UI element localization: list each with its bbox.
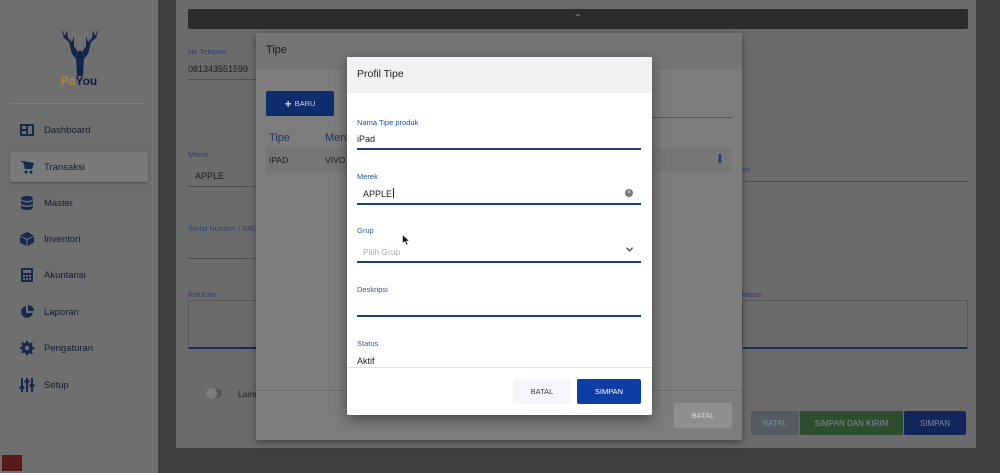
kelengkapan-textarea[interactable]	[742, 300, 968, 349]
form-simpan-button[interactable]: SIMPAN	[904, 411, 966, 435]
calculator-icon	[18, 266, 36, 284]
phone-underline	[188, 79, 258, 80]
text-caret	[393, 188, 395, 198]
grup-label: Grup	[357, 226, 374, 235]
sidebar-item-transaksi[interactable]: Transaksi	[10, 152, 148, 182]
gear-icon	[18, 339, 36, 357]
nama-tipe-label: Nama Tipe produk	[357, 118, 419, 127]
merek-input[interactable]: APPLE	[363, 188, 395, 199]
column-header-tipe: Tipe	[269, 132, 290, 144]
simpan-button[interactable]: SIMPAN	[577, 379, 641, 404]
add-tipe-button[interactable]: + BARU	[266, 91, 334, 116]
tipe-search-underline	[646, 117, 732, 118]
sidebar-item-setup[interactable]: Setup	[10, 370, 148, 400]
keluhan-textarea[interactable]	[188, 300, 258, 349]
phone-label: No Telepon	[188, 47, 226, 56]
clear-icon[interactable]: ×	[625, 189, 633, 197]
right-field-underline	[742, 181, 968, 182]
tipe-batal-button[interactable]: BATAL	[674, 403, 732, 428]
pie-chart-icon	[18, 303, 36, 321]
keluhan-label: Keluhan	[188, 290, 216, 299]
lainnya-toggle[interactable]	[206, 388, 222, 399]
sidebar-item-pengaturan[interactable]: Pengaturan	[10, 333, 148, 363]
deskripsi-label: Deskripsi	[357, 285, 388, 294]
sidebar-divider	[10, 103, 148, 104]
chevron-up-icon: ⌃	[573, 13, 583, 24]
table-cell-tipe: IPAD	[269, 155, 289, 165]
profil-dialog-divider	[347, 367, 652, 368]
batal-button[interactable]: BATAL	[513, 379, 571, 404]
sliders-icon	[18, 376, 36, 394]
phone-value[interactable]: 081343551599	[188, 64, 248, 74]
sidebar-item-akuntansi[interactable]: Akuntansi	[10, 260, 148, 290]
chevron-down-icon[interactable]	[625, 245, 634, 254]
sidebar-item-label: Inventori	[44, 233, 81, 245]
grup-select[interactable]: Pilih Grup	[363, 247, 400, 257]
form-batal-button[interactable]: BATAL	[751, 411, 799, 435]
form-simpan-kirim-button[interactable]: SIMPAN DAN KIRIM	[800, 411, 903, 435]
sidebar-item-label: Setup	[44, 379, 69, 391]
box-icon	[18, 230, 36, 248]
plus-icon: +	[284, 96, 292, 111]
merek-value[interactable]: APPLE	[195, 171, 224, 181]
brand-name: PaYou	[60, 74, 98, 88]
app-root: PaYou Dashboard Transaksi Master Invento…	[0, 0, 1000, 473]
sidebar-item-label: Transaksi	[44, 161, 85, 173]
status-label: Status	[357, 339, 379, 348]
merek-underline	[188, 186, 258, 187]
profil-tipe-title: Profil Tipe	[347, 57, 652, 93]
sidebar-item-laporan[interactable]: Laporan	[10, 297, 148, 327]
database-icon	[18, 194, 36, 212]
profil-tipe-dialog: Profil Tipe Nama Tipe produk iPad Merek …	[347, 57, 652, 415]
sidebar-item-inventori[interactable]: Inventori	[10, 224, 148, 254]
add-tipe-label: BARU	[294, 99, 316, 108]
sidebar: PaYou Dashboard Transaksi Master Invento…	[0, 0, 159, 473]
nama-tipe-underline	[357, 148, 641, 150]
cart-icon	[18, 158, 36, 176]
sidebar-item-master[interactable]: Master	[10, 188, 148, 218]
sidebar-item-label: Pengaturan	[44, 342, 94, 354]
dashboard-icon	[18, 121, 36, 139]
table-cell-merek: VIVO	[325, 155, 346, 165]
merek-label: Merek	[188, 150, 209, 159]
merek-underline	[357, 203, 641, 205]
mouse-cursor-icon	[402, 234, 411, 246]
nama-tipe-input[interactable]: iPad	[357, 134, 375, 144]
row-menu-icon[interactable]: • • •	[718, 151, 722, 168]
sidebar-item-label: Master	[44, 197, 74, 209]
sidebar-item-label: Akuntansi	[44, 269, 86, 281]
collapse-bar[interactable]: ⌃	[188, 9, 968, 29]
sidebar-item-label: Dashboard	[44, 124, 91, 136]
serial-underline	[188, 258, 258, 259]
deskripsi-underline	[357, 315, 641, 317]
serial-label: Serial Number / IMEI	[188, 224, 258, 233]
merek-label: Merek	[357, 172, 378, 181]
kelengkapan-label: kapan	[742, 290, 763, 299]
status-value[interactable]: Aktif	[357, 356, 375, 366]
framework-badge-icon	[2, 455, 22, 471]
sidebar-item-dashboard[interactable]: Dashboard	[10, 115, 148, 145]
sidebar-item-label: Laporan	[44, 306, 79, 318]
right-field-label: eri	[742, 165, 751, 174]
grup-underline	[357, 261, 641, 263]
